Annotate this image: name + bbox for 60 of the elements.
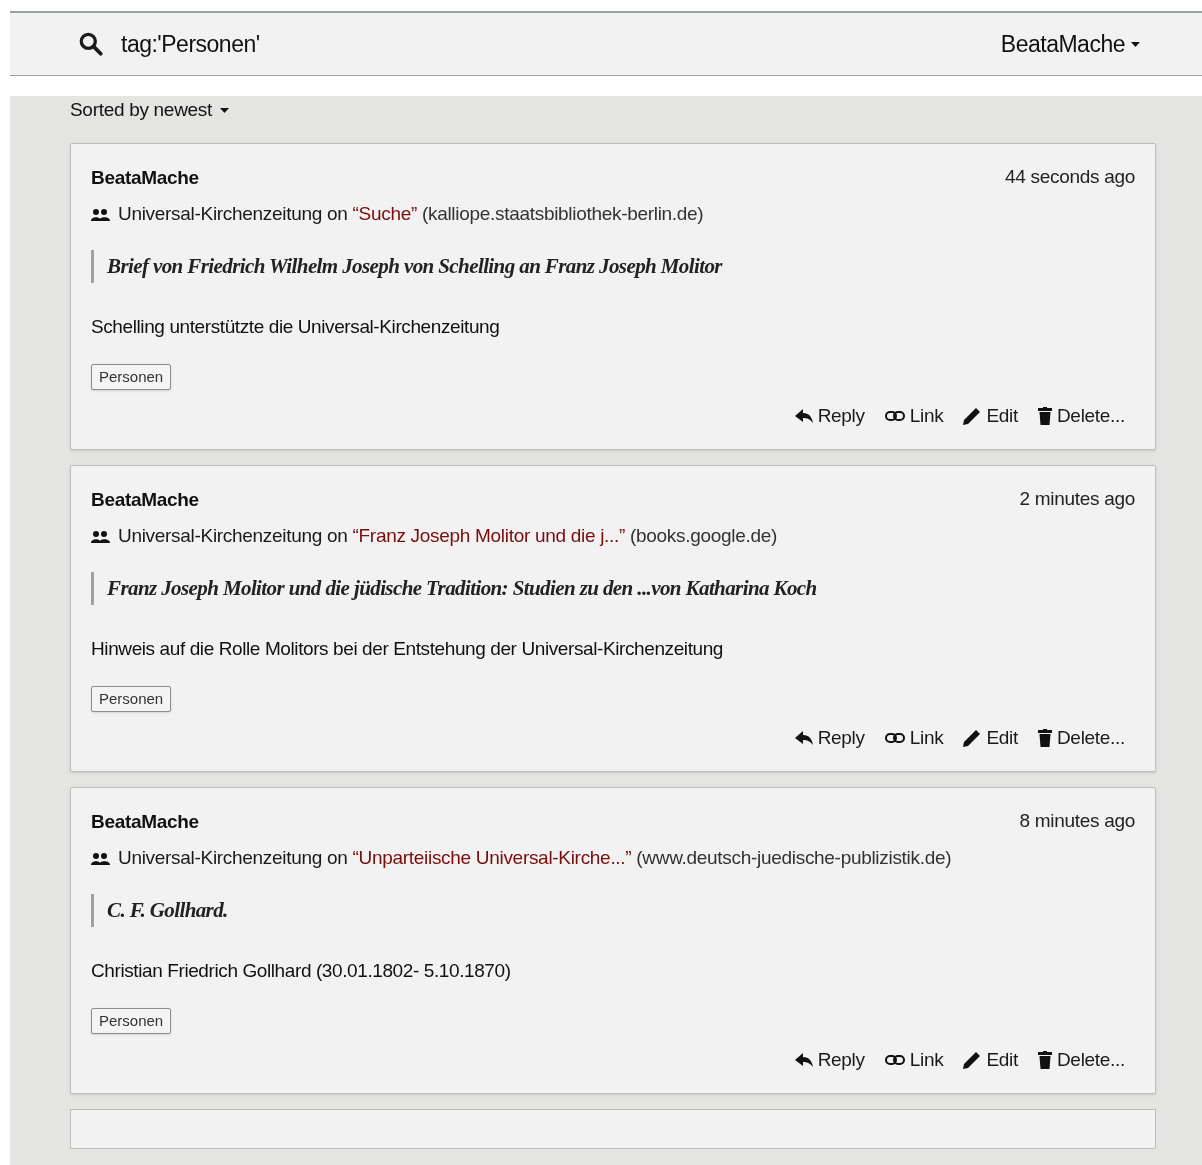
search-input[interactable]: tag:'Personen': [121, 26, 1001, 62]
caret-icon: [220, 107, 229, 113]
pencil-icon: [963, 729, 982, 748]
document-link[interactable]: “Suche”: [352, 202, 417, 224]
tag-label[interactable]: Personen: [91, 363, 172, 390]
pencil-icon: [963, 1051, 982, 1070]
timestamp: 8 minutes ago: [1019, 808, 1135, 833]
on-label: on: [327, 524, 348, 546]
document-link[interactable]: “Unparteiische Universal-Kirche...”: [352, 846, 632, 868]
tag-label[interactable]: Personen: [91, 1007, 172, 1034]
action-button[interactable]: Link: [884, 1046, 944, 1075]
action-button[interactable]: Delete...: [1037, 402, 1125, 431]
action-button[interactable]: Delete...: [1037, 1046, 1125, 1075]
search-icon[interactable]: [78, 31, 104, 57]
group-name[interactable]: Universal-Kirchenzeitung: [118, 846, 322, 868]
action-button[interactable]: Edit: [963, 1046, 1018, 1075]
trash-icon: [1037, 1051, 1052, 1070]
annotation-text: Schelling unterstützte die Universal-Kirchenzeitung: [91, 315, 501, 339]
group-name[interactable]: Universal-Kirchenzeitung: [118, 524, 322, 546]
timestamp: 2 minutes ago: [1019, 486, 1135, 511]
action-button[interactable]: Link: [884, 724, 944, 753]
group-icon: [91, 530, 110, 543]
action-button[interactable]: Reply: [794, 1046, 865, 1075]
username[interactable]: BeataMache: [91, 165, 199, 190]
pencil-icon: [963, 407, 982, 426]
action-button[interactable]: Reply: [794, 402, 865, 431]
trash-icon: [1037, 729, 1052, 748]
reply-icon: [794, 731, 813, 746]
on-label: on: [327, 202, 348, 224]
action-button[interactable]: Edit: [963, 724, 1018, 753]
quoted-text: C. F. Gollhard.: [91, 893, 1135, 927]
sort-dropdown[interactable]: Sorted by newest: [70, 96, 229, 125]
annotation-text: Hinweis auf die Rolle Molitors bei der Entstehung der Universal-Kirchenzeitung: [91, 637, 725, 661]
document-link[interactable]: “Franz Joseph Molitor und die j...”: [352, 524, 626, 546]
trash-icon: [1037, 407, 1052, 426]
source-domain: (www.deutsch-juedische-publizistik.de): [636, 846, 952, 868]
link-icon: [884, 411, 905, 422]
source-domain: (kalliope.staatsbibliothek-berlin.de): [421, 202, 704, 224]
action-button[interactable]: Edit: [963, 402, 1018, 431]
caret-icon: [1131, 41, 1140, 47]
action-button[interactable]: Reply: [794, 724, 865, 753]
link-icon: [884, 1055, 905, 1066]
user-menu[interactable]: BeataMache: [1000, 26, 1140, 62]
group-icon: [91, 852, 110, 865]
action-button[interactable]: Delete...: [1037, 724, 1125, 753]
username[interactable]: BeataMache: [91, 809, 199, 834]
quoted-text: Brief von Friedrich Wilhelm Joseph von Schelling an Franz Joseph Molitor: [91, 249, 1135, 283]
username[interactable]: BeataMache: [91, 487, 199, 512]
on-label: on: [327, 846, 348, 868]
reply-icon: [794, 1053, 813, 1068]
quoted-text: Franz Joseph Molitor und die jüdische Tradition: Studien zu den ...von Katharina Koch: [91, 571, 1135, 605]
link-icon: [884, 733, 905, 744]
source-domain: (books.google.de): [630, 524, 778, 546]
group-icon: [91, 208, 110, 221]
reply-icon: [794, 409, 813, 424]
action-button[interactable]: Link: [884, 402, 944, 431]
tag-label[interactable]: Personen: [91, 685, 172, 712]
annotation-text: Christian Friedrich Gollhard (30.01.1802- 5.10.1870): [91, 959, 512, 983]
group-name[interactable]: Universal-Kirchenzeitung: [118, 202, 322, 224]
timestamp: 44 seconds ago: [1005, 164, 1135, 189]
